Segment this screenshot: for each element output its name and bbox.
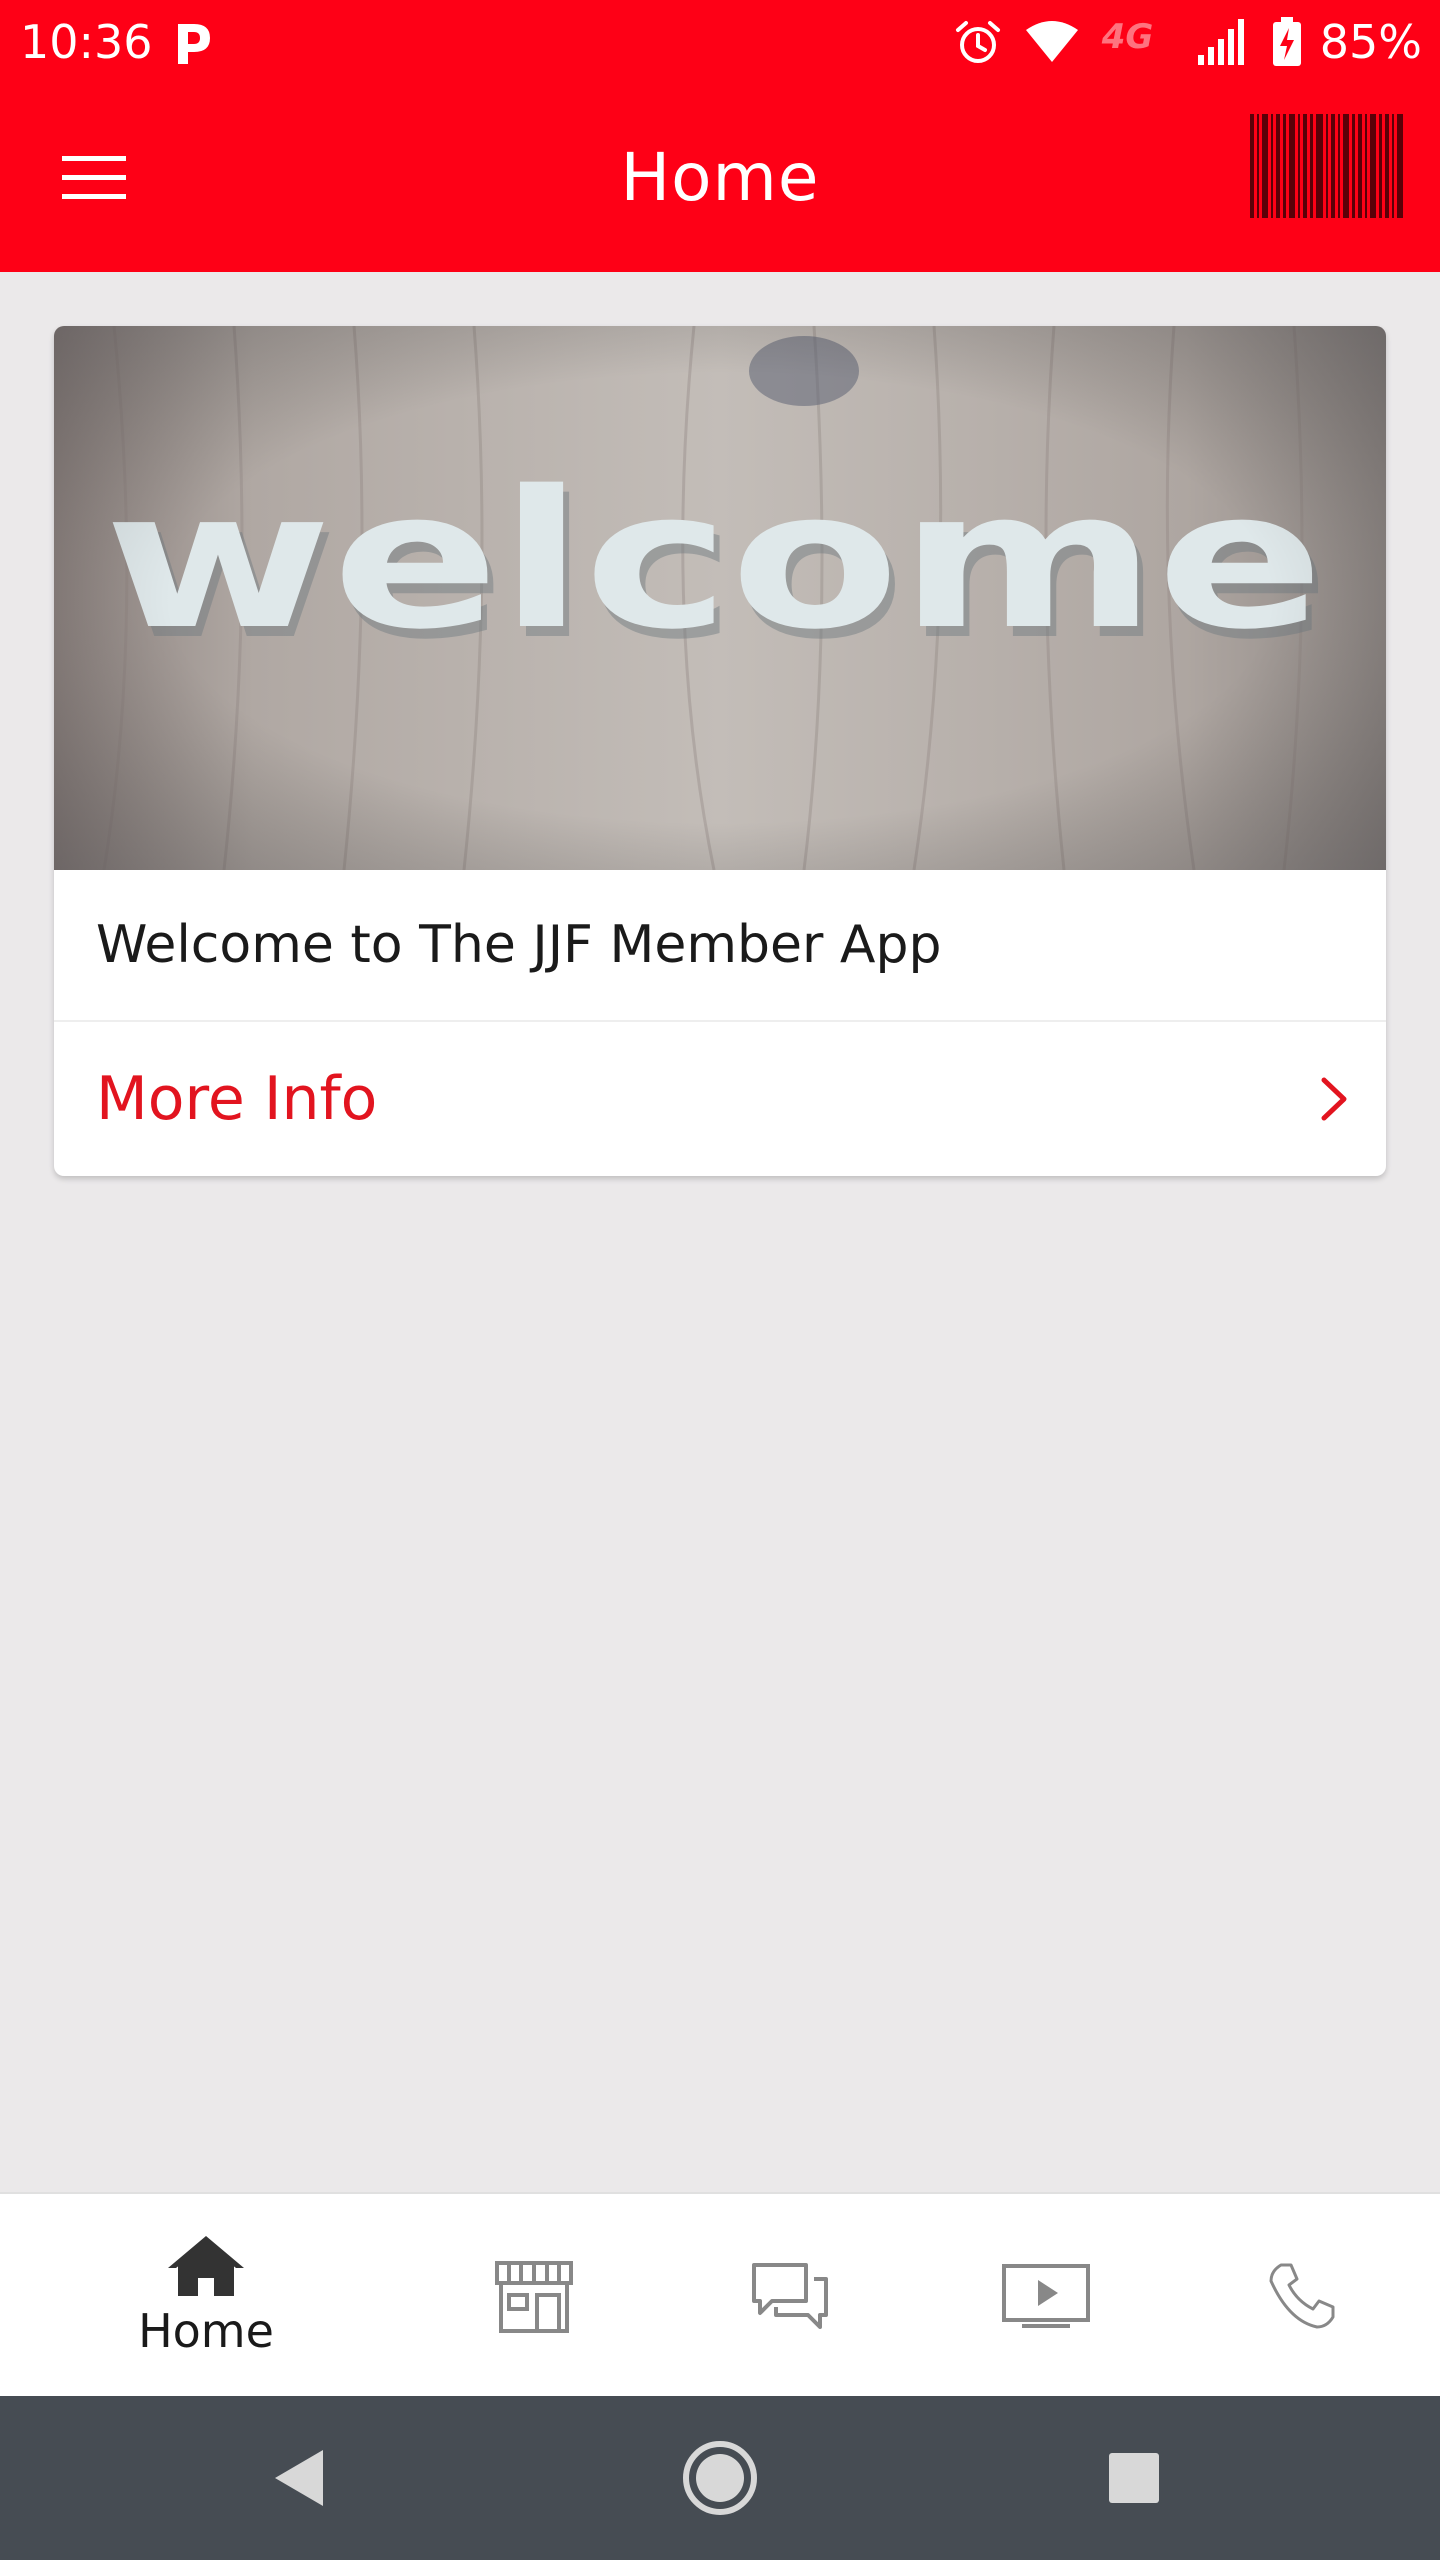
signal-icon xyxy=(1197,19,1244,65)
welcome-card[interactable]: welcome welcome Welcome to The JJF Membe… xyxy=(54,326,1386,1176)
nav-item-video[interactable] xyxy=(946,2194,1146,2398)
video-play-icon xyxy=(1002,2264,1090,2328)
alarm-icon xyxy=(955,21,1000,63)
network-4g-label: 4G xyxy=(1101,17,1154,57)
home-icon xyxy=(168,2236,244,2296)
nav-item-chat[interactable] xyxy=(690,2194,890,2398)
back-icon xyxy=(275,2450,323,2506)
parking-p-icon xyxy=(178,24,210,64)
nav-item-phone[interactable] xyxy=(1202,2194,1402,2398)
more-info-link[interactable]: More Info xyxy=(54,1022,1386,1176)
home-circle-icon xyxy=(683,2441,757,2515)
nav-item-store[interactable] xyxy=(434,2194,634,2398)
phone-icon xyxy=(1269,2263,1335,2329)
chat-bubbles-icon xyxy=(752,2263,828,2329)
system-nav-bar xyxy=(0,2396,1440,2560)
welcome-image: welcome welcome xyxy=(54,326,1386,870)
status-icons: 4G 85% xyxy=(932,12,1422,72)
wifi-icon xyxy=(1025,21,1078,62)
app-bar: Home xyxy=(0,84,1440,272)
recents-button[interactable] xyxy=(1064,2396,1204,2560)
battery-percent: 85% xyxy=(1319,15,1422,69)
status-bar: 10:36 4G 85% xyxy=(0,0,1440,84)
barcode-icon[interactable] xyxy=(1248,114,1406,218)
recents-square-icon xyxy=(1109,2453,1159,2503)
nav-item-home[interactable]: Home xyxy=(106,2194,306,2398)
bottom-nav: Home xyxy=(0,2192,1440,2396)
status-time: 10:36 xyxy=(20,15,153,69)
page-title: Home xyxy=(620,139,820,216)
battery-charging-icon xyxy=(1272,17,1301,66)
back-button[interactable] xyxy=(230,2396,370,2560)
store-icon xyxy=(495,2261,573,2333)
home-system-button[interactable] xyxy=(650,2396,790,2560)
nav-label-home: Home xyxy=(138,2304,274,2358)
card-title: Welcome to The JJF Member App xyxy=(96,915,942,975)
more-info-label: More Info xyxy=(96,1064,378,1134)
network-4g-icon: 4G xyxy=(1102,17,1172,67)
chevron-right-icon xyxy=(1321,1077,1347,1121)
